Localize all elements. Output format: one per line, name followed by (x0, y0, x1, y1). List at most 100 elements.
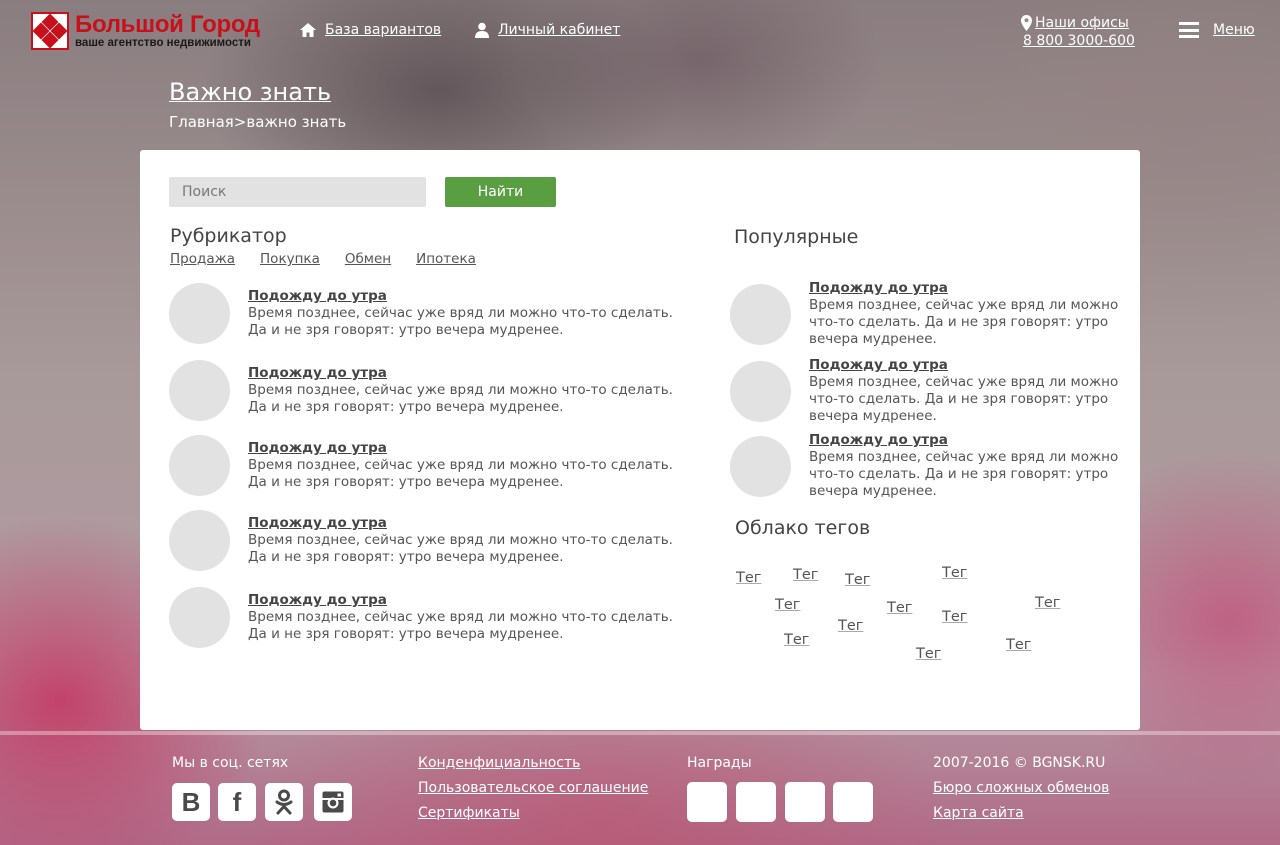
list-item[interactable]: Подожду до утра Время позднее, сейчас уж… (169, 587, 673, 648)
user-icon (475, 22, 489, 38)
article-title[interactable]: Подожду до утра (809, 280, 1118, 297)
logo-mark-icon (31, 12, 69, 50)
search-input[interactable] (169, 177, 426, 207)
tag-link[interactable]: Тег (1006, 637, 1031, 653)
tag-link[interactable]: Тег (784, 632, 809, 648)
article-thumbnail (169, 510, 230, 571)
article-text: что-то сделать. Да и не зря говорят: утр… (809, 466, 1109, 482)
phone-link[interactable]: 8 800 3000-600 (1023, 32, 1135, 50)
award-badge[interactable] (785, 782, 825, 822)
article-title[interactable]: Подожду до утра (248, 515, 673, 532)
article-text: что-то сделать. Да и не зря говорят: утр… (809, 391, 1109, 407)
tag-link[interactable]: Тег (942, 565, 967, 581)
user-agreement-link[interactable]: Пользовательское соглашение (418, 780, 648, 796)
award-badge[interactable] (736, 782, 776, 822)
search-button[interactable]: Найти (445, 177, 556, 207)
tag-link[interactable]: Тег (942, 609, 967, 625)
tag-link[interactable]: Тег (887, 600, 912, 616)
article-thumbnail (730, 284, 791, 345)
tag-cloud-heading: Облако тегов (735, 517, 871, 539)
menu-label: Меню (1213, 22, 1255, 38)
rubricator-heading: Рубрикатор (170, 225, 287, 247)
tag-link[interactable]: Тег (916, 646, 941, 662)
nav-account-link[interactable]: Личный кабинет (474, 22, 620, 38)
list-item[interactable]: Подожду до утра Время позднее, сейчас уж… (169, 283, 673, 344)
article-thumbnail (169, 435, 230, 496)
list-item[interactable]: Подожду до утра Время позднее, сейчас уж… (169, 435, 673, 496)
offices-block: Наши офисы 8 800 3000-600 (1021, 14, 1135, 50)
article-text: Да и не зря говорят: утро вечера мудрене… (248, 322, 564, 338)
logo-subtitle: ваше агентство недвижимости (75, 36, 251, 49)
vk-icon[interactable]: B (172, 783, 210, 821)
page-title: Важно знать (169, 78, 332, 106)
article-text: Время позднее, сейчас уже вряд ли можно … (248, 382, 673, 398)
map-pin-icon (1021, 15, 1032, 31)
article-thumbnail (169, 587, 230, 648)
sitemap-link[interactable]: Карта сайта (933, 805, 1024, 821)
article-text: Время позднее, сейчас уже вряд ли можно … (248, 305, 673, 321)
exchange-bureau-link[interactable]: Бюро сложных обменов (933, 780, 1109, 796)
list-item[interactable]: Подожду до утра Время позднее, сейчас уж… (730, 357, 1119, 425)
list-item[interactable]: Подожду до утра Время позднее, сейчас уж… (730, 432, 1119, 500)
awards-heading: Награды (687, 755, 752, 771)
popular-heading: Популярные (734, 226, 859, 248)
article-thumbnail (169, 360, 230, 421)
article-text: Да и не зря говорят: утро вечера мудрене… (248, 626, 564, 642)
hamburger-icon (1179, 22, 1199, 38)
article-title[interactable]: Подожду до утра (248, 440, 673, 457)
home-icon (300, 23, 316, 37)
article-text: Время позднее, сейчас уже вряд ли можно (809, 449, 1119, 465)
content-panel: Найти Рубрикатор Продажа Покупка Обмен И… (140, 150, 1140, 730)
article-text: вечера мудренее. (809, 331, 937, 347)
logo[interactable]: Большой Город ваше агентство недвижимост… (31, 12, 260, 50)
article-text: Да и не зря говорят: утро вечера мудрене… (248, 399, 564, 415)
social-heading: Мы в соц. сетях (172, 755, 289, 771)
article-text: Время позднее, сейчас уже вряд ли можно (809, 374, 1119, 390)
privacy-link[interactable]: Конденфициальность (418, 755, 580, 771)
breadcrumb[interactable]: Главная>важно знать (169, 113, 346, 131)
article-title[interactable]: Подожду до утра (248, 365, 673, 382)
article-text: Время позднее, сейчас уже вряд ли можно … (248, 532, 673, 548)
nav-listings-link[interactable]: База вариантов (299, 22, 441, 38)
article-text: Время позднее, сейчас уже вряд ли можно … (248, 457, 673, 473)
award-badge[interactable] (833, 782, 873, 822)
article-text: что-то сделать. Да и не зря говорят: утр… (809, 314, 1109, 330)
article-text: Время позднее, сейчас уже вряд ли можно (809, 297, 1119, 313)
category-exchange[interactable]: Обмен (345, 251, 391, 267)
instagram-icon[interactable] (314, 783, 352, 821)
tag-link[interactable]: Тег (775, 597, 800, 613)
odnoklassniki-icon[interactable] (265, 783, 303, 821)
article-title[interactable]: Подожду до утра (248, 288, 673, 305)
article-thumbnail (730, 436, 791, 497)
certificates-link[interactable]: Сертификаты (418, 805, 520, 821)
footer-divider (0, 731, 1280, 735)
menu-button[interactable]: Меню (1179, 22, 1255, 38)
category-mortgage[interactable]: Ипотека (416, 251, 476, 267)
list-item[interactable]: Подожду до утра Время позднее, сейчас уж… (169, 510, 673, 571)
article-text: вечера мудренее. (809, 408, 937, 424)
offices-link[interactable]: Наши офисы (1035, 14, 1129, 32)
logo-title: Большой Город (75, 10, 260, 38)
tag-link[interactable]: Тег (1035, 595, 1060, 611)
article-text: вечера мудренее. (809, 483, 937, 499)
list-item[interactable]: Подожду до утра Время позднее, сейчас уж… (169, 360, 673, 421)
tag-link[interactable]: Тег (736, 570, 761, 586)
tag-link[interactable]: Тег (845, 572, 870, 588)
nav-account-label: Личный кабинет (498, 22, 621, 38)
tag-link[interactable]: Тег (793, 567, 818, 583)
article-title[interactable]: Подожду до утра (248, 592, 673, 609)
article-text: Время позднее, сейчас уже вряд ли можно … (248, 609, 673, 625)
article-thumbnail (169, 283, 230, 344)
article-title[interactable]: Подожду до утра (809, 432, 1118, 449)
award-badge[interactable] (687, 782, 727, 822)
nav-listings-label: База вариантов (325, 22, 442, 38)
facebook-icon[interactable]: f (218, 783, 256, 821)
list-item[interactable]: Подожду до утра Время позднее, сейчас уж… (730, 280, 1119, 348)
article-text: Да и не зря говорят: утро вечера мудрене… (248, 549, 564, 565)
tag-link[interactable]: Тег (838, 618, 863, 634)
article-title[interactable]: Подожду до утра (809, 357, 1118, 374)
copyright: 2007-2016 © BGNSK.RU (933, 755, 1106, 771)
category-sale[interactable]: Продажа (170, 251, 235, 267)
category-list: Продажа Покупка Обмен Ипотека (170, 251, 476, 267)
category-purchase[interactable]: Покупка (260, 251, 320, 267)
